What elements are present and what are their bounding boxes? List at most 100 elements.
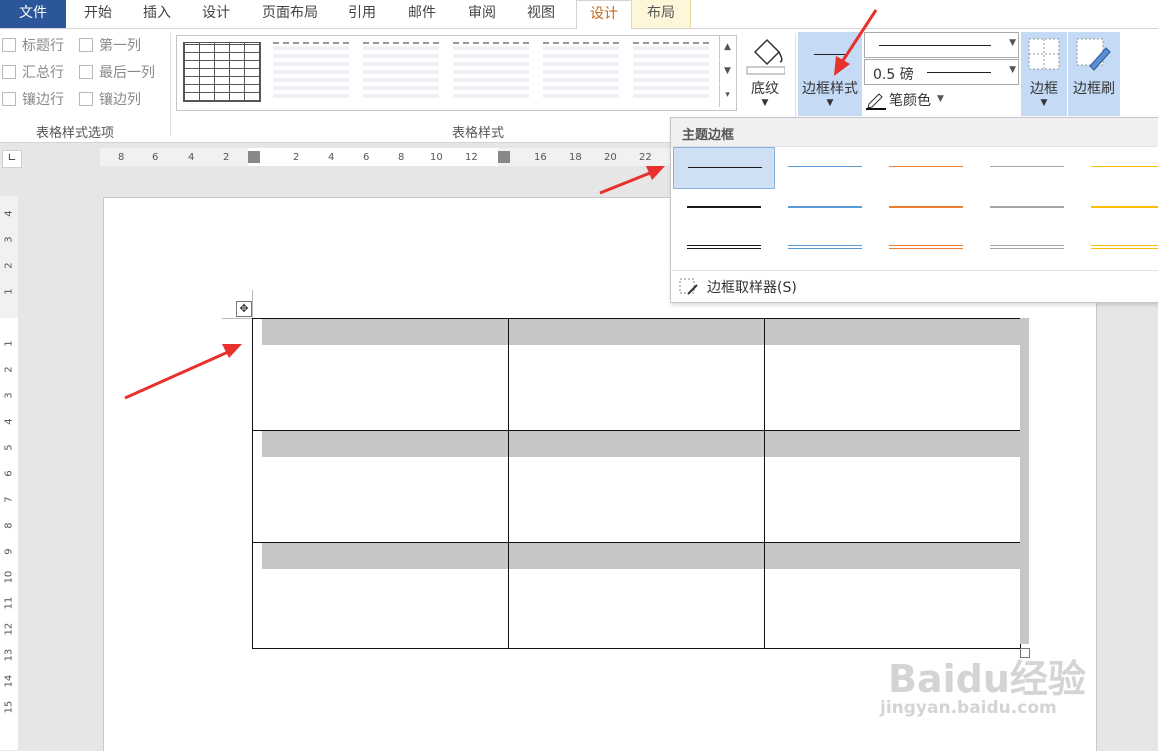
border-style-swatch[interactable]	[774, 147, 874, 187]
tab-insert[interactable]: 插入	[133, 0, 181, 28]
table-cell[interactable]	[252, 318, 509, 431]
first-column-checkbox[interactable]	[79, 38, 93, 52]
ruler-text-area	[248, 148, 498, 166]
table-style-gallery: ▲ ▼ ▾	[176, 35, 737, 111]
table-style-thumb-2[interactable]	[273, 42, 349, 102]
shading-label: 底纹	[751, 81, 779, 97]
ruler-label: 2	[3, 366, 15, 373]
border-style-swatch[interactable]	[976, 228, 1076, 268]
border-sampler-icon	[679, 278, 698, 295]
total-row-label: 汇总行	[22, 65, 64, 81]
ruler-label: 8	[118, 152, 125, 163]
table-cell[interactable]	[508, 318, 765, 431]
horizontal-ruler[interactable]: 8 6 4 2 2 4 6 8 10 12 16 18 20 22	[100, 148, 670, 166]
pen-weight-value: 0.5 磅	[873, 67, 914, 83]
vertical-ruler[interactable]: 4 3 2 1 1 2 3 4 5 6 7 8 9 10 11 12 13 14…	[0, 196, 18, 750]
ruler-label: 4	[328, 152, 335, 163]
banded-columns-checkbox[interactable]	[79, 92, 93, 106]
table-cell[interactable]	[252, 430, 509, 543]
gallery-scroll-up-icon[interactable]: ▲	[719, 36, 735, 59]
table-cell[interactable]	[764, 318, 1021, 431]
tab-selector[interactable]: ∟	[2, 150, 22, 168]
total-row-checkbox[interactable]	[2, 65, 16, 79]
border-sampler-item[interactable]: 边框取样器(S)	[671, 274, 1158, 300]
cell-shading	[509, 319, 764, 345]
tab-table-layout[interactable]: 布局	[631, 0, 691, 28]
ruler-label: 2	[223, 152, 230, 163]
shading-button[interactable]: 底纹 ▼	[741, 32, 791, 114]
border-style-swatch[interactable]	[976, 188, 1076, 228]
border-style-swatch[interactable]	[1077, 188, 1158, 228]
border-line-sample	[687, 206, 761, 208]
table-row	[252, 430, 1021, 543]
tab-mailings[interactable]: 邮件	[398, 0, 446, 28]
tab-home[interactable]: 开始	[74, 0, 122, 28]
table-style-grid-thumb[interactable]	[183, 42, 261, 102]
borders-button[interactable]: 边框 ▼	[1021, 32, 1067, 116]
border-line-sample	[687, 248, 761, 249]
table-cell[interactable]	[764, 430, 1021, 543]
tab-file[interactable]: 文件	[0, 0, 66, 28]
gallery-more-icon[interactable]: ▾	[719, 84, 735, 107]
table-cell[interactable]	[508, 542, 765, 649]
border-painter-button[interactable]: 边框刷	[1068, 32, 1120, 116]
paint-bucket-icon	[746, 38, 785, 75]
ruler-label: 4	[188, 152, 195, 163]
ruler-column-marker[interactable]	[498, 151, 510, 163]
border-style-swatch[interactable]	[673, 228, 773, 268]
cell-shading	[765, 431, 1020, 457]
border-style-swatch[interactable]	[774, 228, 874, 268]
last-column-checkbox[interactable]	[79, 65, 93, 79]
tab-page-layout[interactable]: 页面布局	[252, 0, 328, 28]
table-style-thumb-6[interactable]	[633, 42, 709, 102]
table-cell[interactable]	[252, 542, 509, 649]
ruler-label: 9	[3, 548, 15, 555]
cell-shading	[262, 543, 508, 569]
combo-arrow-icon: ▼	[1009, 38, 1016, 48]
tab-references[interactable]: 引用	[338, 0, 386, 28]
border-style-swatch[interactable]	[774, 188, 874, 228]
tab-review[interactable]: 审阅	[458, 0, 506, 28]
border-style-swatch[interactable]	[875, 188, 975, 228]
document-table[interactable]	[252, 318, 1021, 649]
table-move-handle-icon[interactable]: ✥	[236, 301, 252, 317]
tab-table-design[interactable]: 设计	[576, 0, 632, 30]
table-cell[interactable]	[764, 542, 1021, 649]
tab-design[interactable]: 设计	[192, 0, 240, 28]
border-styles-button[interactable]: 边框样式 ▼	[798, 32, 862, 116]
ruler-label: 3	[3, 392, 15, 399]
border-style-swatch[interactable]	[875, 228, 975, 268]
ruler-label: 2	[293, 152, 300, 163]
banded-rows-checkbox[interactable]	[2, 92, 16, 106]
border-line-sample	[788, 245, 862, 246]
ruler-label: 15	[3, 700, 15, 714]
border-line-sample	[889, 166, 963, 167]
ruler-label: 3	[3, 236, 15, 243]
border-painter-label: 边框刷	[1073, 81, 1115, 97]
tab-view[interactable]: 视图	[517, 0, 565, 28]
table-right-shading	[1020, 318, 1029, 644]
border-style-swatch[interactable]	[673, 188, 773, 228]
pen-weight-combo[interactable]: 0.5 磅 ▼	[864, 59, 1019, 85]
border-style-swatch[interactable]	[875, 147, 975, 187]
border-style-swatch[interactable]	[673, 147, 775, 189]
ruler-column-marker[interactable]	[248, 151, 260, 163]
pen-icon	[866, 93, 886, 110]
border-line-sample	[1091, 248, 1158, 249]
border-style-line-icon	[814, 54, 846, 55]
gallery-scroll-down-icon[interactable]: ▼	[719, 60, 735, 83]
table-style-thumb-5[interactable]	[543, 42, 619, 102]
table-cell[interactable]	[508, 430, 765, 543]
header-row-checkbox[interactable]	[2, 38, 16, 52]
pen-color-button[interactable]: 笔颜色 ▼	[864, 88, 984, 112]
border-style-swatch[interactable]	[1077, 228, 1158, 268]
ruler-label: 16	[534, 152, 547, 163]
style-options-group-label: 表格样式选项	[36, 126, 115, 141]
table-style-thumb-3[interactable]	[363, 42, 439, 102]
border-style-swatch[interactable]	[1077, 147, 1158, 187]
border-style-swatch[interactable]	[976, 147, 1076, 187]
line-style-combo[interactable]: ▼	[864, 32, 1019, 58]
border-sampler-label: 边框取样器(S)	[707, 280, 797, 296]
header-row-label: 标题行	[22, 38, 64, 54]
table-style-thumb-4[interactable]	[453, 42, 529, 102]
